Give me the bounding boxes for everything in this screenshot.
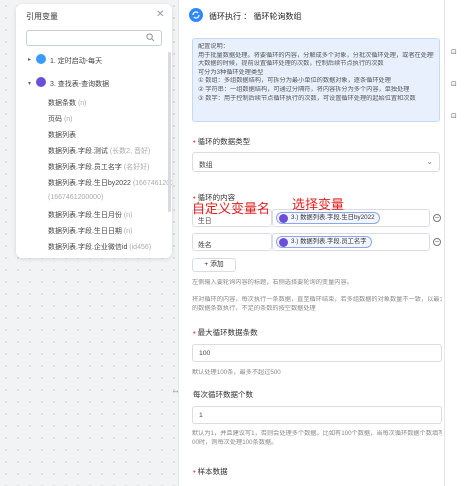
- close-icon[interactable]: ✕: [156, 9, 164, 20]
- tree-item[interactable]: 数据列表.字段.员工名字 (名好好): [48, 162, 150, 172]
- info-line: 用于批量数据处理。将要循环的内容，分解成多个对象，分批次循环处理，或者在处理较: [198, 51, 434, 59]
- tree-item[interactable]: 页码 (n): [48, 114, 73, 124]
- tree-item[interactable]: 数据列表.字段.生日日期 (n): [48, 226, 132, 236]
- annotation-select-var: 选择变量: [292, 197, 345, 212]
- info-line: 大数据的时候，提前设置循环处理的次数，控制后续节点执行的次数: [198, 60, 384, 68]
- query-node-icon: [36, 77, 46, 87]
- sidebar-mark: ⊡: [451, 113, 457, 120]
- remove-row-icon[interactable]: –: [433, 214, 441, 222]
- loop-type-select[interactable]: 数组 ⌄: [192, 152, 440, 172]
- panel-scrollbar[interactable]: [168, 52, 171, 212]
- per-loop-input[interactable]: 1: [192, 406, 442, 424]
- max-loop-hint: 默认处理100条，最多不超过500: [192, 369, 281, 376]
- chevron-right-icon[interactable]: ▸: [28, 56, 31, 63]
- panel-title: 引用变量: [26, 12, 58, 21]
- chevron-down-icon: ⌄: [426, 157, 433, 166]
- name-hint: 左侧输入要轮询内容的标题，右侧选择要轮询的变量内容。: [192, 279, 353, 286]
- chevron-down-icon[interactable]: ▾: [28, 80, 31, 87]
- tree-item[interactable]: 数据列表.字段.生日by2022 (1667461200000): [48, 178, 172, 188]
- loop-config-panel: 循环执行 ： 循环轮询数组 配置说明： 用于批量数据处理。将要循环的内容，分解成…: [178, 0, 444, 486]
- max-loop-input[interactable]: 100: [192, 344, 442, 362]
- sidebar-mark: ⊡: [451, 81, 457, 88]
- query-node-icon: [279, 238, 288, 247]
- multi-hint: 的数据条数执行，不足的条数的按空数据处理: [192, 305, 316, 312]
- per-loop-hint: 默认为1，并且建议写1，否则会处理多个数据。比如有100个数据，当每次循环数据个…: [192, 430, 442, 437]
- info-line: 可分为3种循环处理类型: [198, 68, 264, 76]
- clock-trigger-icon: [36, 54, 46, 64]
- variable-chip[interactable]: 3.) 数据列表.字段.生日by2022: [276, 212, 380, 224]
- add-row-button[interactable]: + 添加: [192, 258, 236, 272]
- loop-variable-select[interactable]: 3.) 数据列表.字段.员工名字: [272, 233, 430, 251]
- max-loop-label: • 最大循环数据条数: [193, 328, 258, 337]
- tree-item[interactable]: 数据列表.字段.生日月份 (n): [48, 210, 132, 220]
- tree-item[interactable]: (1667461200000): [48, 194, 103, 201]
- loop-name-input[interactable]: 姓名: [192, 233, 272, 251]
- info-line: 配置说明：: [198, 43, 229, 50]
- per-loop-label: 每次循环数据个数: [193, 390, 253, 399]
- tree-node-trigger[interactable]: 1. 定时启动-每天: [50, 56, 102, 66]
- variable-chip[interactable]: 3.) 数据列表.字段.员工名字: [276, 236, 372, 248]
- tree-item[interactable]: 数据列表.字段.企业微信id (id456): [48, 242, 151, 252]
- tree-node-query[interactable]: 3. 查找表-查询数据: [50, 79, 109, 89]
- info-line: ① 数组：多组数据结构，可拆分为最小单位的数据对象，逐条循环处理: [198, 77, 391, 85]
- tree-item[interactable]: 数据条数 (n): [48, 98, 87, 108]
- annotation-custom-var: 自定义变量名: [192, 201, 271, 216]
- per-loop-hint: 00时，则每次处理100条数据。: [192, 439, 278, 446]
- loop-icon: [189, 8, 203, 22]
- loop-type-label: • 循环的数据类型: [193, 137, 251, 146]
- config-description: 配置说明： 用于批量数据处理。将要循环的内容，分解成多个对象，分批次循环处理，或…: [192, 38, 440, 122]
- right-sidebar: ⊡ ⊡ ⊡: [444, 0, 474, 486]
- page-title: 循环执行 ： 循环轮询数组: [209, 12, 302, 21]
- sidebar-mark: ⊡: [451, 49, 457, 56]
- search-input[interactable]: [26, 30, 162, 46]
- info-line: ③ 数字：用于控制后续节点循环执行的次数，可设置循环处理的起始位置和次数: [198, 94, 416, 102]
- sample-data-label: • 样本数据: [193, 467, 228, 476]
- info-line: ② 字符串：一组数据结构，可通过分隔符，将内容拆分为多个内容，单独处理: [198, 85, 410, 93]
- remove-row-icon[interactable]: –: [433, 238, 441, 246]
- multi-hint: 将对循环的内容，每次执行一条数据，直至循环结束，若多组数据的对象数量不一致，以最…: [192, 296, 442, 303]
- tree-item[interactable]: 数据列表.字段.测试 (长数2, 音好): [48, 146, 150, 156]
- query-node-icon: [279, 214, 288, 223]
- search-icon: [146, 33, 155, 42]
- tree-item[interactable]: 数据列表: [48, 130, 76, 140]
- variable-reference-panel: 引用变量 ✕ ▸ 1. 定时启动-每天 ▾ 3. 查找表-查询数据 数据条数 (…: [16, 4, 172, 258]
